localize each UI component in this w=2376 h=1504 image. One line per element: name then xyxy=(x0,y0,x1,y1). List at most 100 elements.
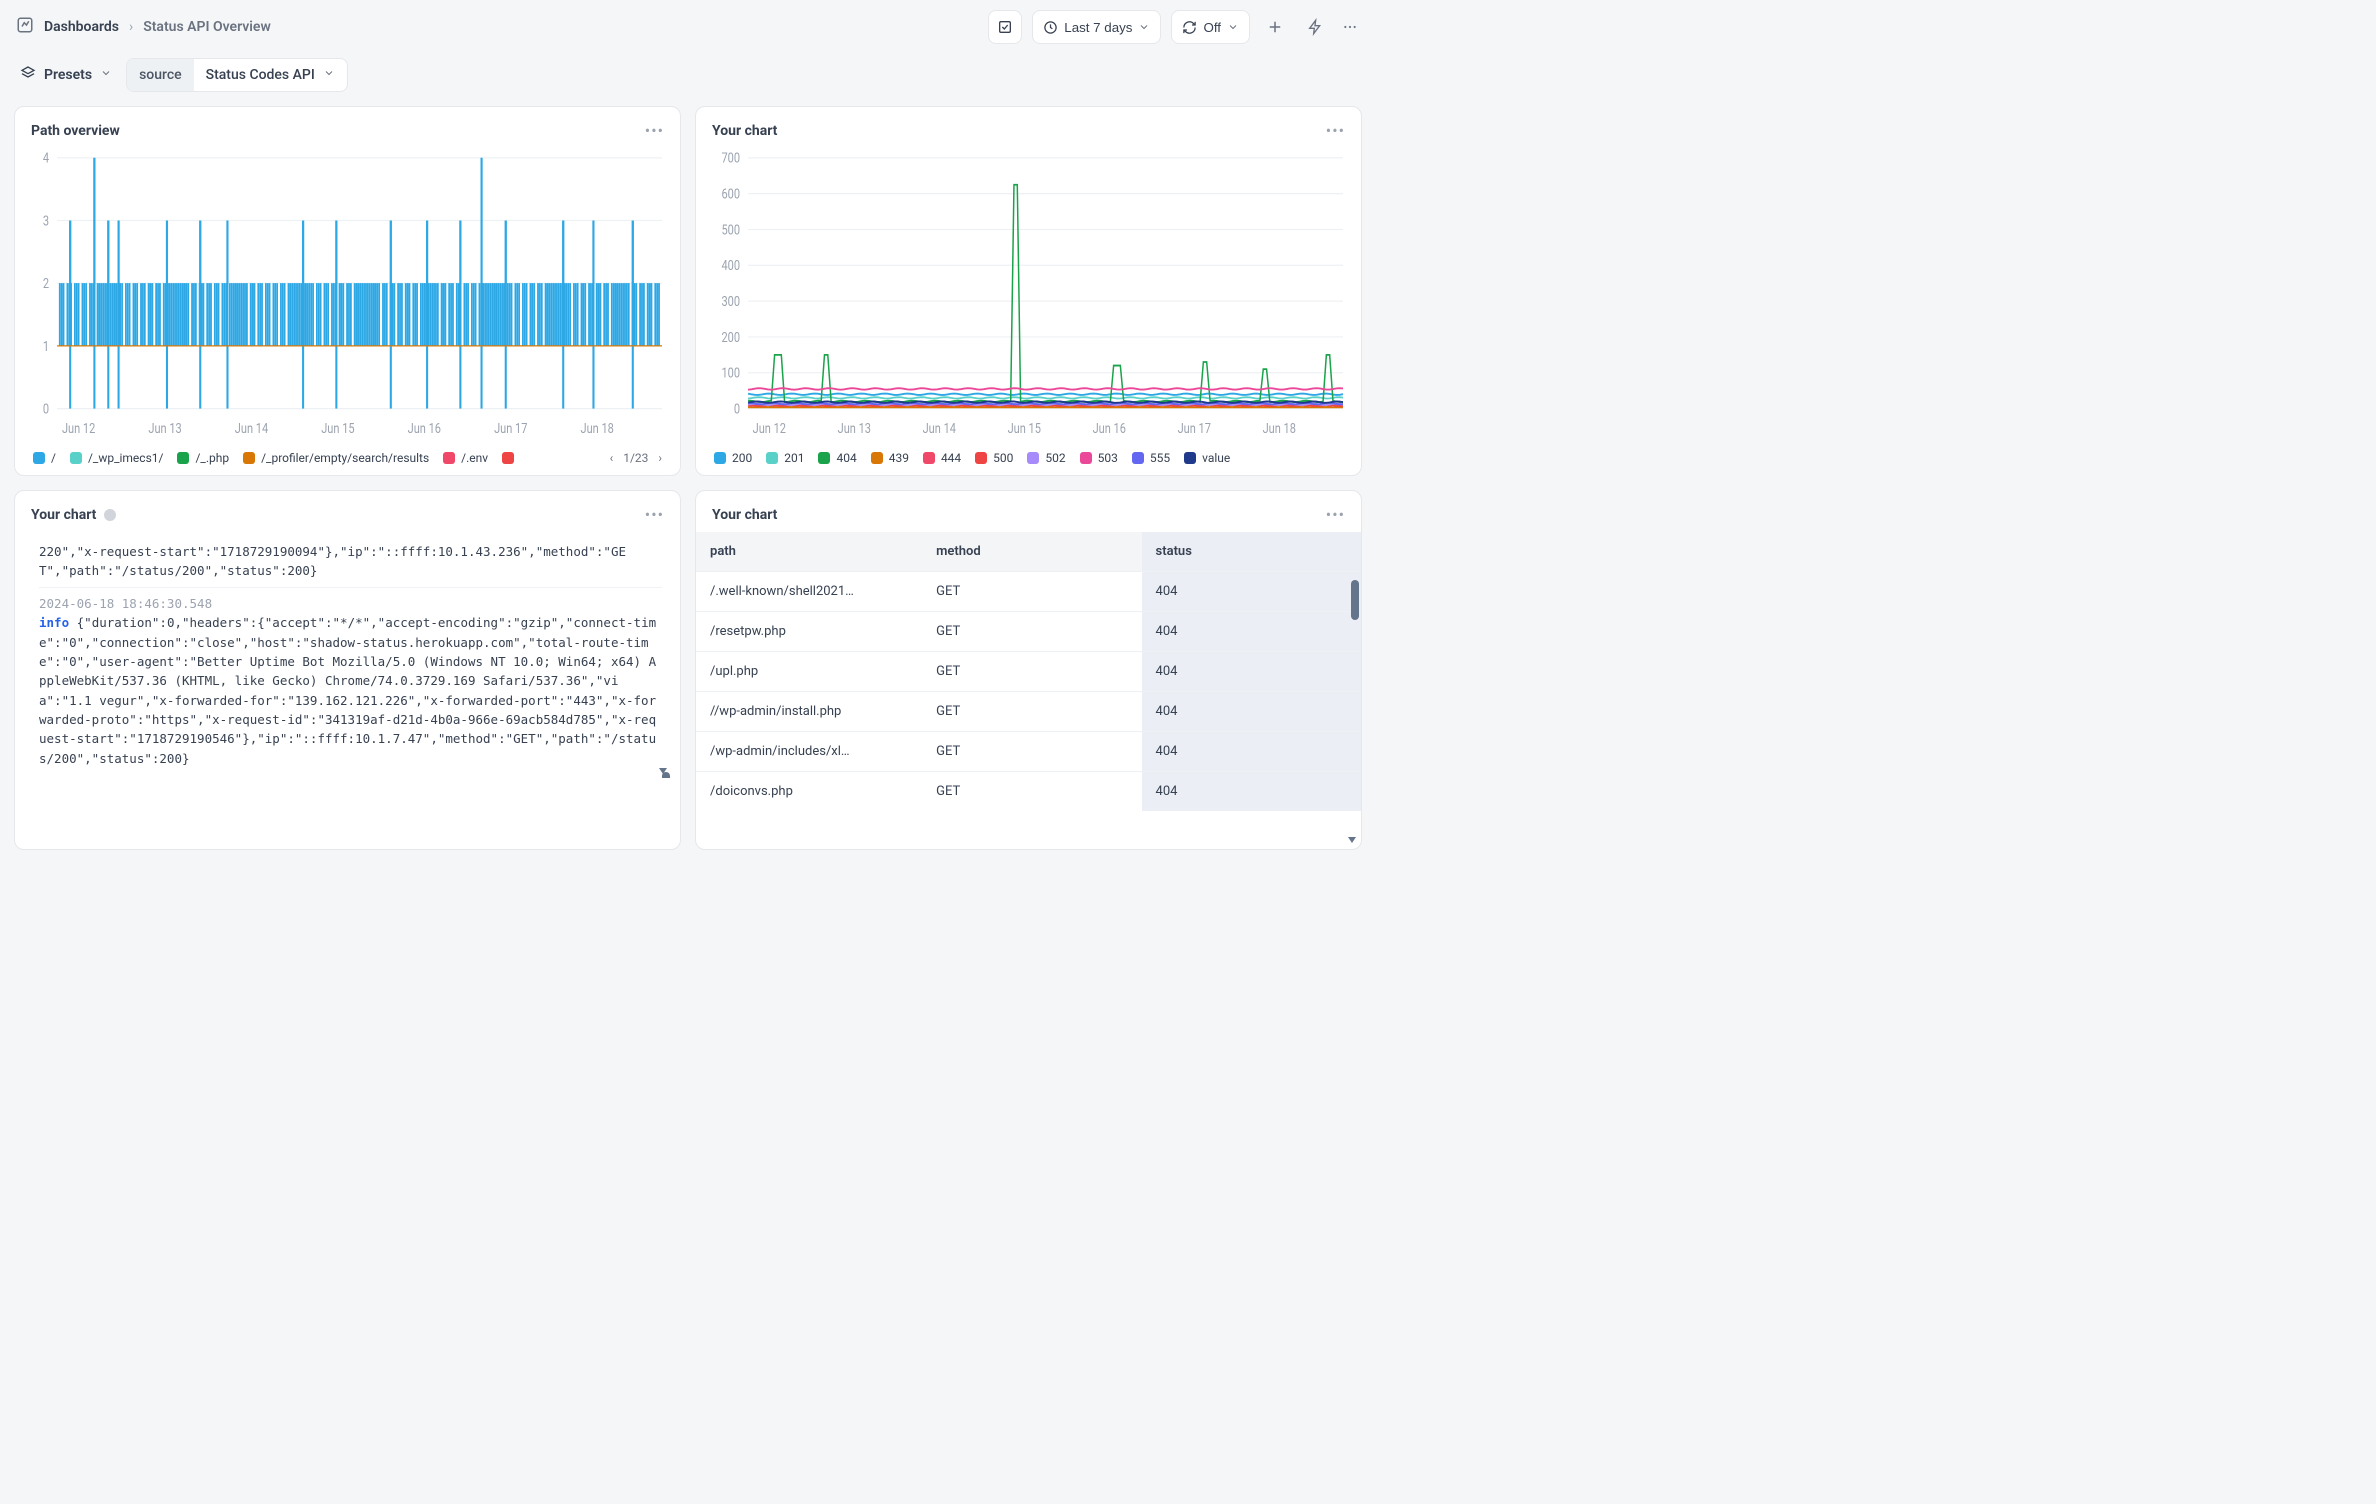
legend-swatch xyxy=(871,452,883,464)
page-title: Status API Overview xyxy=(143,19,271,35)
auto-refresh-toggle[interactable]: Off xyxy=(1171,10,1250,44)
path-overview-chart[interactable]: 01234Jun 12Jun 13Jun 14Jun 15Jun 16Jun 1… xyxy=(27,148,668,443)
legend-label: / xyxy=(51,451,56,465)
table-row[interactable]: /.well-known/shell2021…GET404 xyxy=(696,572,1361,612)
chevron-right-icon: › xyxy=(129,19,133,35)
add-widget-button[interactable] xyxy=(1260,10,1290,44)
card-logs: Your chart ••• 220","x-request-start":"1… xyxy=(14,490,681,850)
chevron-down-icon xyxy=(1227,21,1239,33)
legend-item[interactable]: 200 xyxy=(714,451,752,465)
legend-label: 503 xyxy=(1098,451,1118,465)
cell-status: 404 xyxy=(1142,612,1348,652)
log-entry[interactable]: 2024-06-18 18:46:30.548info {"duration":… xyxy=(39,587,662,774)
timerange-label: Last 7 days xyxy=(1064,20,1132,35)
legend-swatch xyxy=(714,452,726,464)
legend-swatch xyxy=(502,452,514,464)
legend-label: /_wp_imecs1/ xyxy=(88,451,164,465)
cell-method: GET xyxy=(922,772,1141,812)
card-title: Your chart xyxy=(712,507,777,523)
svg-text:Jun 15: Jun 15 xyxy=(321,422,354,437)
card-title: Your chart xyxy=(31,507,116,523)
table-row[interactable]: /wp-admin/includes/xl…GET404 xyxy=(696,732,1361,772)
legend-item[interactable]: /_profiler/empty/search/results xyxy=(243,451,429,465)
table-row[interactable]: /upl.phpGET404 xyxy=(696,652,1361,692)
table-header-row: path method status xyxy=(696,532,1361,572)
legend-item[interactable]: value xyxy=(1184,451,1230,465)
cell-status: 404 xyxy=(1142,692,1348,732)
legend-item[interactable]: / xyxy=(33,451,56,465)
legend-item[interactable]: 500 xyxy=(975,451,1013,465)
legend-item[interactable]: 444 xyxy=(923,451,961,465)
scrollbar[interactable] xyxy=(1349,580,1359,829)
scrollbar-arrow-down-icon[interactable] xyxy=(659,768,667,774)
table-row[interactable]: /resetpw.phpGET404 xyxy=(696,612,1361,652)
legend-item[interactable]: /_wp_imecs1/ xyxy=(70,451,164,465)
path-overview-legend: / /_wp_imecs1/ /_.php /_profiler/empty/sear… xyxy=(27,443,668,465)
scrollbar-arrow-down-icon[interactable] xyxy=(1348,837,1356,843)
legend-item[interactable] xyxy=(502,452,520,464)
svg-text:700: 700 xyxy=(721,152,740,167)
timerange-picker[interactable]: Last 7 days xyxy=(1032,10,1161,44)
svg-text:Jun 13: Jun 13 xyxy=(838,422,871,437)
svg-text:Jun 17: Jun 17 xyxy=(494,422,527,437)
scrollbar-thumb[interactable] xyxy=(1351,580,1359,620)
legend-swatch xyxy=(243,452,255,464)
breadcrumb-root[interactable]: Dashboards xyxy=(44,19,119,35)
legend-item[interactable]: 503 xyxy=(1080,451,1118,465)
status-lines-chart[interactable]: 0100200300400500600700Jun 12Jun 13Jun 14… xyxy=(708,148,1349,443)
svg-text:400: 400 xyxy=(721,259,740,274)
legend-next-button[interactable]: › xyxy=(658,451,662,465)
cell-path: /wp-admin/includes/xl… xyxy=(696,732,922,772)
source-filter[interactable]: source Status Codes API xyxy=(126,58,348,92)
card-path-overview: Path overview ••• 01234Jun 12Jun 13Jun 1… xyxy=(14,106,681,476)
svg-text:Jun 15: Jun 15 xyxy=(1008,422,1041,437)
table-row[interactable]: //wp-admin/install.phpGET404 xyxy=(696,692,1361,732)
cell-status: 404 xyxy=(1142,572,1348,612)
legend-prev-button[interactable]: ‹ xyxy=(610,451,614,465)
svg-text:Jun 12: Jun 12 xyxy=(62,422,95,437)
cell-path: //wp-admin/install.php xyxy=(696,692,922,732)
legend-item[interactable]: 404 xyxy=(818,451,856,465)
more-menu-button[interactable] xyxy=(1340,10,1360,44)
table-row[interactable]: /doiconvs.phpGET404 xyxy=(696,772,1361,812)
presets-dropdown[interactable]: Presets xyxy=(16,59,116,91)
column-header-status[interactable]: status xyxy=(1142,532,1348,572)
legend-item[interactable]: 439 xyxy=(871,451,909,465)
card-menu-button[interactable]: ••• xyxy=(645,505,664,524)
legend-item[interactable]: 555 xyxy=(1132,451,1170,465)
cell-status: 404 xyxy=(1142,732,1348,772)
column-header-path[interactable]: path xyxy=(696,532,922,572)
cell-path: /upl.php xyxy=(696,652,922,692)
legend-item[interactable]: 201 xyxy=(766,451,804,465)
svg-text:1: 1 xyxy=(43,340,49,355)
legend-label: 201 xyxy=(784,451,804,465)
path-table: path method status /.well-known/shell202… xyxy=(696,532,1361,811)
legend-label: value xyxy=(1202,451,1230,465)
log-entry[interactable]: 220","x-request-start":"1718729190094"},… xyxy=(39,536,662,587)
legend-item[interactable]: /.env xyxy=(443,451,488,465)
card-title: Path overview xyxy=(31,123,120,139)
legend-swatch xyxy=(1132,452,1144,464)
card-menu-button[interactable]: ••• xyxy=(1326,505,1345,524)
cell-path: /.well-known/shell2021… xyxy=(696,572,922,612)
filter-value: Status Codes API xyxy=(206,67,315,83)
cell-status: 404 xyxy=(1142,772,1348,812)
scrollbar[interactable] xyxy=(660,532,670,760)
cell-method: GET xyxy=(922,652,1141,692)
card-menu-button[interactable]: ••• xyxy=(1326,121,1345,140)
cell-status: 404 xyxy=(1142,652,1348,692)
svg-text:Jun 16: Jun 16 xyxy=(408,422,441,437)
save-view-button[interactable] xyxy=(988,10,1022,44)
cell-method: GET xyxy=(922,572,1141,612)
legend-swatch xyxy=(1027,452,1039,464)
legend-swatch xyxy=(766,452,778,464)
card-menu-button[interactable]: ••• xyxy=(645,121,664,140)
chevron-down-icon xyxy=(100,67,112,83)
log-view[interactable]: 220","x-request-start":"1718729190094"},… xyxy=(29,532,672,778)
legend-item[interactable]: 502 xyxy=(1027,451,1065,465)
legend-item[interactable]: /_.php xyxy=(177,451,229,465)
svg-text:500: 500 xyxy=(721,223,740,238)
column-header-method[interactable]: method xyxy=(922,532,1141,572)
dashboard-grid: Path overview ••• 01234Jun 12Jun 13Jun 1… xyxy=(0,106,1376,864)
run-button[interactable] xyxy=(1300,10,1330,44)
